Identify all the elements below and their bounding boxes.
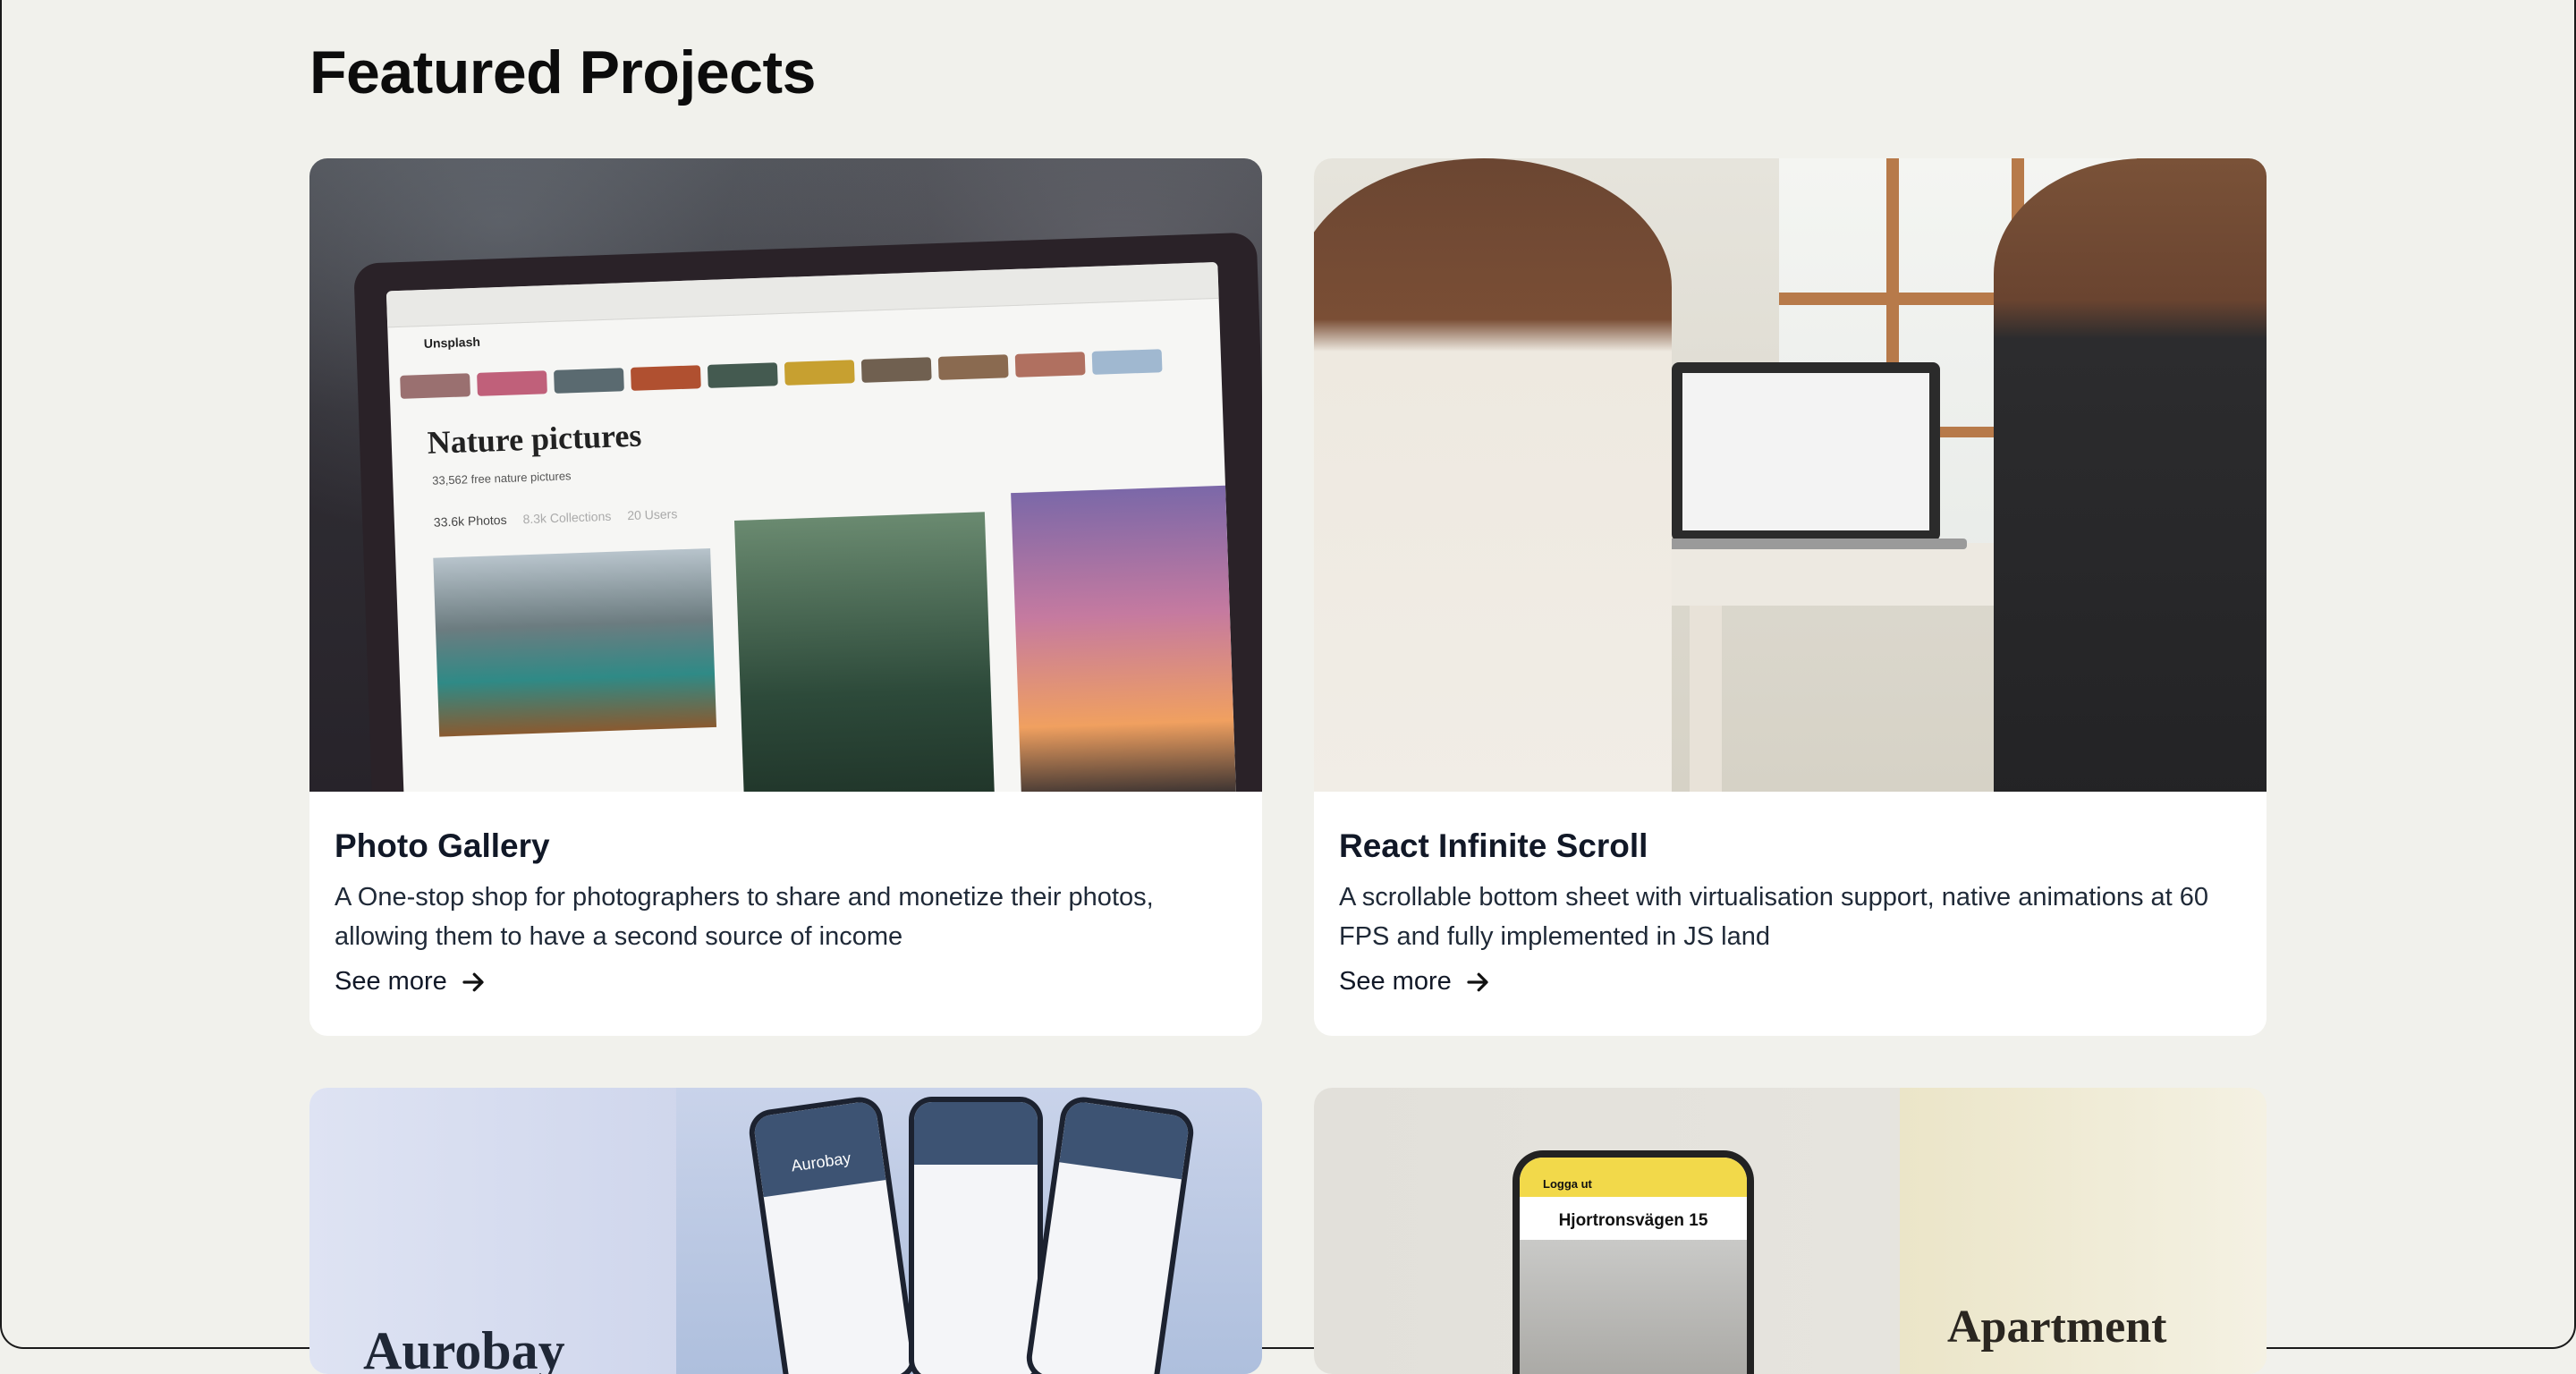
project-description: A One-stop shop for photographers to sha… bbox=[335, 883, 1154, 951]
project-card-react-infinite-scroll[interactable]: React Infinite Scroll A scrollable botto… bbox=[1314, 158, 2267, 1036]
project-image: Unsplash Nature pictures 33,562 free nat… bbox=[309, 158, 1262, 792]
project-card-apartment[interactable]: Logga ut Hjortronsvägen 15 Apartment bbox=[1314, 1088, 2267, 1374]
laptop-display: Unsplash Nature pictures 33,562 free nat… bbox=[386, 261, 1237, 792]
see-more-link[interactable]: See more bbox=[1339, 967, 1491, 997]
project-image bbox=[1314, 158, 2267, 792]
nature-subtext: 33,562 free nature pictures bbox=[431, 469, 572, 488]
nature-heading: Nature pictures bbox=[427, 417, 642, 461]
project-image: Logga ut Hjortronsvägen 15 Apartment bbox=[1314, 1088, 2267, 1374]
tab-collections: 8.3k Collections bbox=[522, 508, 612, 527]
project-title: Photo Gallery bbox=[335, 827, 550, 864]
tab-photos: 33.6k Photos bbox=[433, 512, 507, 530]
aurobay-logo-text: Aurobay bbox=[363, 1321, 565, 1374]
arrow-right-icon bbox=[1467, 972, 1488, 991]
project-card-photo-gallery[interactable]: Unsplash Nature pictures 33,562 free nat… bbox=[309, 158, 1262, 1036]
phone-brand: Aurobay bbox=[752, 1099, 886, 1198]
logout-label: Logga ut bbox=[1520, 1158, 1747, 1197]
tab-users: 20 Users bbox=[627, 506, 678, 523]
site-name: Unsplash bbox=[423, 334, 481, 351]
see-more-label: See more bbox=[335, 967, 447, 996]
project-title: React Infinite Scroll bbox=[1339, 827, 1648, 864]
project-image: Aurobay Aurobay bbox=[309, 1088, 1262, 1374]
project-description: A scrollable bottom sheet with virtualis… bbox=[1339, 883, 2209, 951]
see-more-label: See more bbox=[1339, 967, 1452, 996]
page-title: Featured Projects bbox=[309, 38, 816, 106]
apartment-address: Hjortronsvägen 15 bbox=[1558, 1211, 1708, 1230]
arrow-right-icon bbox=[462, 972, 484, 991]
see-more-link[interactable]: See more bbox=[335, 967, 487, 997]
apartment-caption: Apartment bbox=[1947, 1302, 2167, 1353]
project-card-aurobay[interactable]: Aurobay Aurobay bbox=[309, 1088, 1262, 1374]
